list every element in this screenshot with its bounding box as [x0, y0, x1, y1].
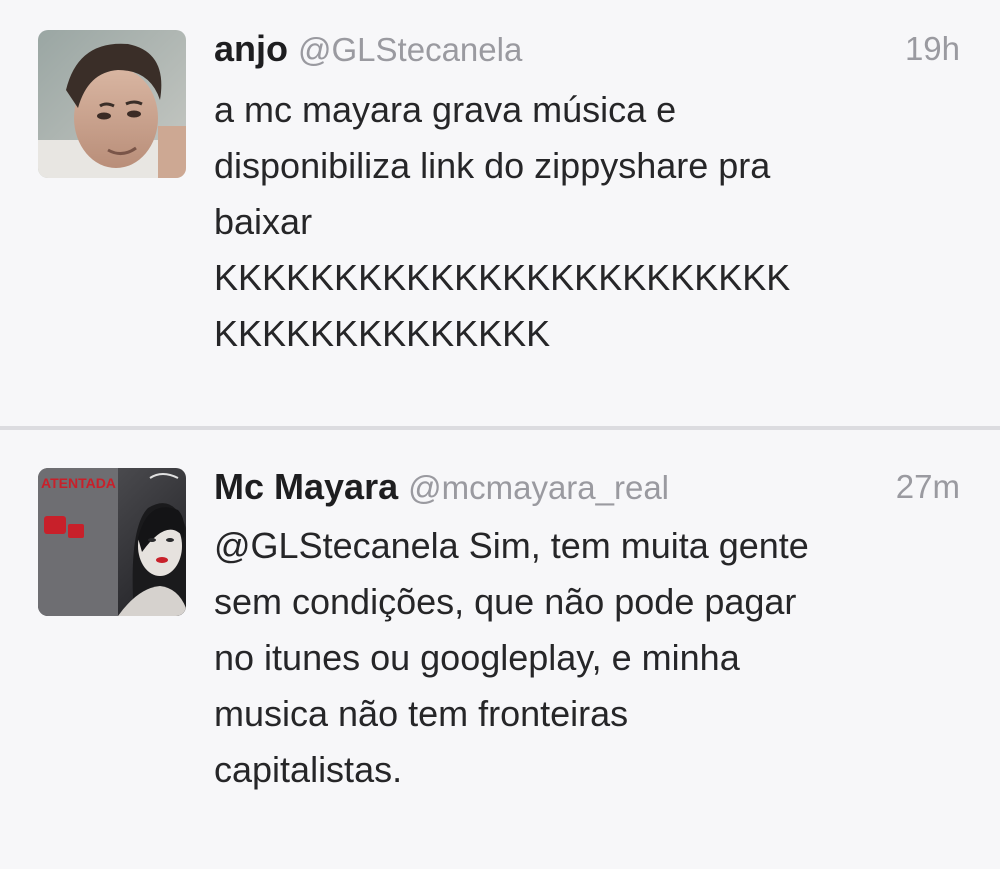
tweet-header: Mc Mayara @mcmayara_real 27m [214, 462, 960, 512]
tweet-item[interactable]: ATENTADA Mc Mayara @mcmayara_real 27m @GL… [0, 430, 1000, 869]
tweet-text: @GLStecanela Sim, tem muita gente sem co… [214, 525, 809, 790]
author-name[interactable]: Mc Mayara [214, 466, 398, 507]
author-name[interactable]: anjo [214, 28, 288, 69]
tweet-timeline: anjo @GLStecanela 19h a mc mayara grava m… [0, 0, 1000, 869]
avatar-photo-young-man-icon [38, 30, 186, 178]
avatar-poster-text: ATENTADA [41, 475, 116, 491]
author-handle[interactable]: @GLStecanela [298, 31, 522, 68]
tweet-timestamp[interactable]: 19h [905, 24, 960, 74]
avatar-photo-woman-poster-icon: ATENTADA [38, 468, 186, 616]
tweet-text: a mc mayara grava música e disponibiliza… [214, 89, 791, 354]
tweet-header: anjo @GLStecanela 19h [214, 24, 960, 74]
avatar[interactable]: ATENTADA [38, 468, 186, 616]
tweet-timestamp[interactable]: 27m [896, 462, 960, 512]
author-handle[interactable]: @mcmayara_real [408, 469, 669, 506]
tweet-item[interactable]: anjo @GLStecanela 19h a mc mayara grava m… [0, 0, 1000, 426]
avatar[interactable] [38, 30, 186, 178]
